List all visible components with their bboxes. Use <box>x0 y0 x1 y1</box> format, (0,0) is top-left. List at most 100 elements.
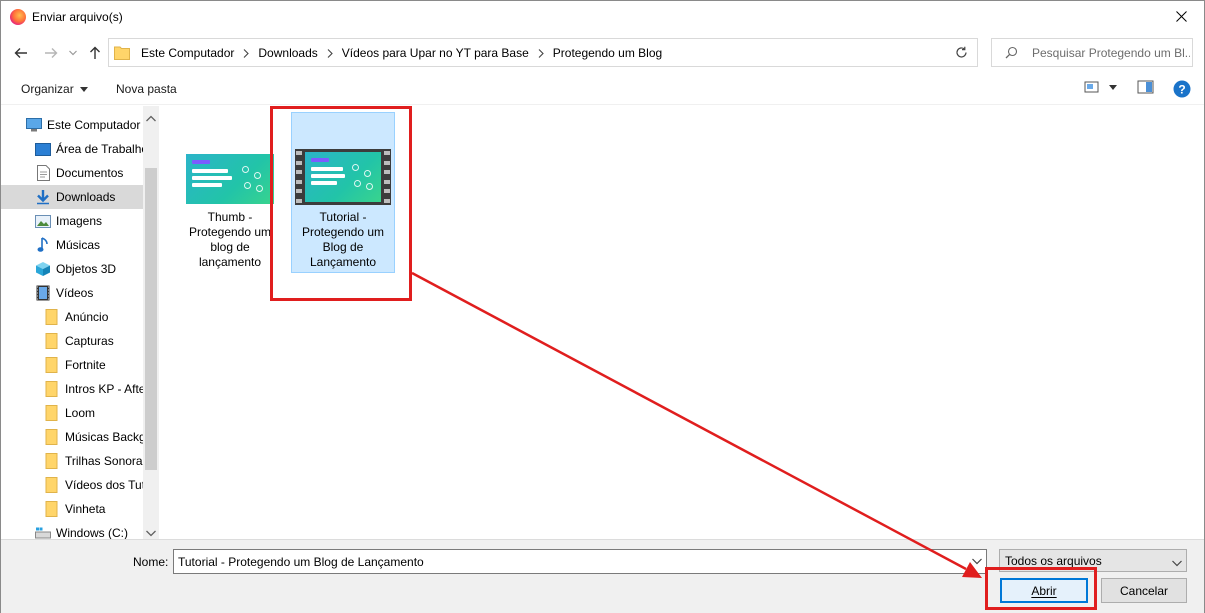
close-button[interactable] <box>1158 1 1204 32</box>
nav-item-label: Capturas <box>65 334 114 348</box>
nav-item-label: Trilhas Sonoras <box>65 454 143 468</box>
view-icon <box>1084 81 1099 93</box>
filename-label: Nome: <box>133 555 169 569</box>
close-icon <box>1175 11 1187 22</box>
navigation-pane: Este Computador Área de Trabalho Documen… <box>1 106 159 539</box>
nav-item-folder[interactable]: Loom <box>1 401 143 425</box>
file-name-line: Thumb - <box>207 210 253 224</box>
nav-item-desktop[interactable]: Área de Trabalho <box>1 137 143 161</box>
highlight-box-open <box>985 567 1097 610</box>
search-input[interactable]: Pesquisar Protegendo um Bl... <box>991 38 1193 67</box>
nav-item-label: Vídeos <box>56 286 94 300</box>
folder-icon <box>44 501 60 517</box>
file-name-line: blog de <box>210 240 250 254</box>
nav-item-label: Vídeos dos Tut <box>65 478 143 492</box>
refresh-button[interactable] <box>946 38 978 67</box>
3d-objects-icon <box>35 261 51 277</box>
command-bar: Organizar Nova pasta ? <box>1 75 1204 105</box>
nav-item-label: Imagens <box>56 214 103 228</box>
breadcrumb-item[interactable]: Vídeos para Upar no YT para Base <box>342 46 529 60</box>
nav-item-folder[interactable]: Intros KP - Afte <box>1 377 143 401</box>
nav-item-documents[interactable]: Documentos <box>1 161 143 185</box>
forward-button[interactable] <box>41 43 61 63</box>
computer-icon <box>26 117 42 133</box>
nav-item-videos[interactable]: Vídeos <box>1 281 143 305</box>
nav-item-folder[interactable]: Músicas Backg <box>1 425 143 449</box>
nav-item-label: Vinheta <box>65 502 106 516</box>
nav-item-folder[interactable]: Fortnite <box>1 353 143 377</box>
breadcrumb-item[interactable]: Protegendo um Blog <box>553 46 662 60</box>
chevron-up-icon[interactable] <box>146 111 156 125</box>
organize-button[interactable]: Organizar <box>21 82 88 96</box>
nav-item-este-computador[interactable]: Este Computador <box>1 113 143 137</box>
up-button[interactable] <box>85 43 105 63</box>
nav-item-folder[interactable]: Vídeos dos Tut <box>1 473 143 497</box>
scroll-thumb[interactable] <box>145 168 157 470</box>
arrow-right-icon <box>45 48 58 58</box>
chevron-down-icon <box>971 558 982 565</box>
arrow-up-icon <box>90 46 100 59</box>
nav-item-music[interactable]: Músicas <box>1 233 143 257</box>
help-button[interactable]: ? <box>1173 80 1191 98</box>
documents-icon <box>35 165 51 181</box>
nav-item-label: Fortnite <box>65 358 106 372</box>
cancel-button[interactable]: Cancelar <box>1101 578 1187 603</box>
nav-scrollbar[interactable] <box>143 106 159 539</box>
chevron-right-icon[interactable] <box>538 48 544 58</box>
help-icon: ? <box>1173 80 1191 98</box>
nav-item-folder[interactable]: Capturas <box>1 329 143 353</box>
chevron-right-icon[interactable] <box>243 48 250 58</box>
pictures-icon <box>35 213 51 229</box>
file-name: Thumb - Protegendo um blog de lançamento <box>178 210 282 270</box>
nav-item-label: Windows (C:) <box>56 526 129 539</box>
nav-item-label: Downloads <box>56 190 116 204</box>
folder-icon <box>44 309 60 325</box>
chevron-down-icon[interactable] <box>146 526 156 539</box>
title-bar: Enviar arquivo(s) <box>1 1 1204 33</box>
nav-item-3d-objects[interactable]: Objetos 3D <box>1 257 143 281</box>
nav-item-label: Anúncio <box>65 310 109 324</box>
nav-item-label: Objetos 3D <box>56 262 117 276</box>
svg-text:?: ? <box>1178 83 1185 97</box>
address-bar[interactable]: Este Computador Downloads Vídeos para Up… <box>108 38 1033 67</box>
new-folder-button[interactable]: Nova pasta <box>116 82 177 96</box>
nav-item-label: Documentos <box>56 166 124 180</box>
refresh-icon <box>956 46 967 58</box>
nav-item-folder[interactable]: Trilhas Sonoras <box>1 449 143 473</box>
image-thumbnail <box>186 154 274 204</box>
view-options-button[interactable] <box>1084 80 1117 94</box>
file-type-value: Todos os arquivos <box>1005 554 1102 568</box>
chevron-right-icon[interactable] <box>327 48 333 58</box>
breadcrumb: Este Computador Downloads Vídeos para Up… <box>141 46 662 60</box>
recent-dropdown[interactable] <box>63 43 83 63</box>
drive-icon <box>35 525 51 539</box>
file-item-image[interactable]: Thumb - Protegendo um blog de lançamento <box>178 113 282 273</box>
caret-down-icon <box>79 86 88 92</box>
breadcrumb-item[interactable]: Este Computador <box>141 46 234 60</box>
breadcrumb-item[interactable]: Downloads <box>258 46 317 60</box>
organize-label: Organizar <box>21 82 74 96</box>
cancel-button-label: Cancelar <box>1119 583 1169 598</box>
chevron-down-icon <box>1172 556 1182 570</box>
file-dialog: Enviar arquivo(s) Este Computador Downlo… <box>0 0 1205 613</box>
highlight-box-file <box>270 106 412 301</box>
firefox-icon <box>10 9 26 25</box>
nav-item-pictures[interactable]: Imagens <box>1 209 143 233</box>
filename-input[interactable]: Tutorial - Protegendo um Blog de Lançame… <box>173 549 987 574</box>
nav-item-folder[interactable]: Anúncio <box>1 305 143 329</box>
file-name-line: lançamento <box>198 255 262 269</box>
caret-down-icon <box>1109 84 1117 90</box>
preview-pane-button[interactable] <box>1137 80 1154 94</box>
folder-icon <box>44 381 60 397</box>
nav-item-downloads[interactable]: Downloads <box>1 185 143 209</box>
desktop-icon <box>35 141 51 157</box>
folder-icon <box>44 429 60 445</box>
file-name-line: Protegendo um <box>188 225 272 239</box>
search-placeholder: Pesquisar Protegendo um Bl... <box>1032 46 1190 60</box>
nav-item-folder[interactable]: Vinheta <box>1 497 143 521</box>
nav-item-drive[interactable]: Windows (C:) <box>1 521 143 539</box>
folder-icon <box>44 405 60 421</box>
nav-item-label: Loom <box>65 406 96 420</box>
filename-dropdown[interactable] <box>967 550 986 573</box>
back-button[interactable] <box>11 43 31 63</box>
